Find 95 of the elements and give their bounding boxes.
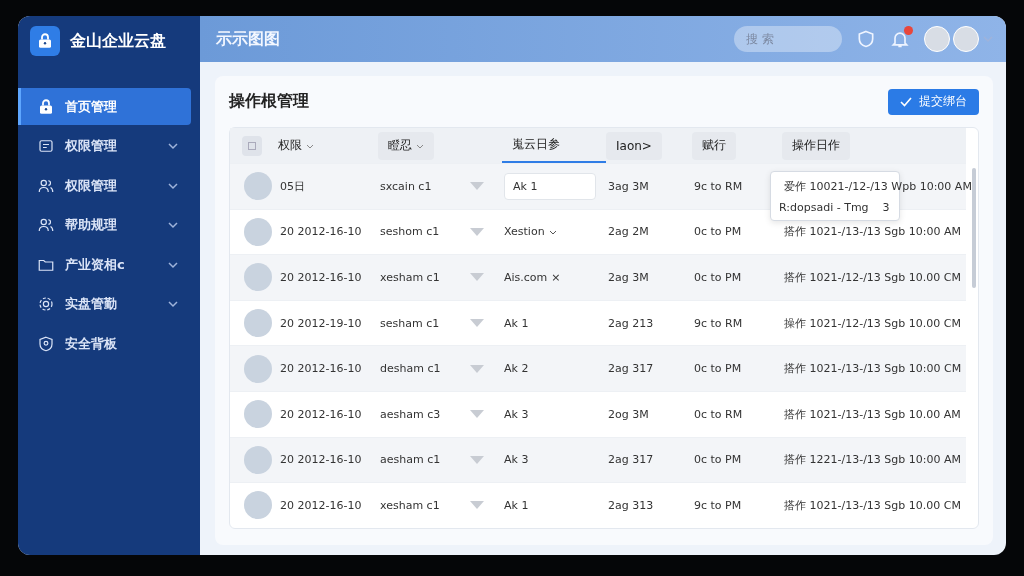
caret-icon[interactable]	[470, 182, 484, 191]
table-cell-text: desham c1	[380, 362, 442, 376]
table-cell-text: 0c to PM	[694, 453, 743, 467]
select-dropdown[interactable]: Xestion	[504, 225, 557, 239]
sidebar-item[interactable]: 首页管理	[18, 88, 191, 125]
table-cell: 搭作 1021-/13-/13 Sgb 10:00 CM	[784, 362, 962, 376]
table-cell-text: 2ag 213	[608, 316, 655, 330]
table-cell-text: 9c to RM	[694, 179, 744, 193]
table-cell: 搭作 1221-/13-/13 Sgb 10:00 AM	[784, 453, 961, 467]
avatar[interactable]	[924, 26, 950, 52]
table-cell: 20 2012-16-10	[280, 407, 362, 421]
table-cell-text: Ak 3	[504, 453, 530, 467]
table-cell: 搭作 1021-/13-/13 Sgb 10.00 AM	[784, 407, 961, 421]
table-cell-text: 0c to PM	[694, 271, 743, 284]
table-cell-text: 2og 3M	[608, 407, 650, 421]
caret-icon[interactable]	[470, 364, 484, 373]
sidebar-item[interactable]: 安全背板	[18, 325, 191, 362]
tag-text: Ais.com	[504, 271, 548, 284]
shield-icon[interactable]	[856, 29, 876, 49]
table-cell-text: seshom c1	[380, 225, 441, 239]
lock-logo-icon	[30, 26, 60, 56]
table-cell: 20 2012-16-10	[280, 498, 362, 512]
avatar	[244, 172, 272, 201]
confirm-button[interactable]: 提交绑台	[888, 88, 979, 115]
document-icon	[37, 137, 55, 155]
check-icon	[900, 95, 912, 108]
table-cell: 20 2012-16-10	[280, 453, 362, 467]
table-cell: 搭作 1021-/13-/13 Sgb 10.00 CM	[784, 498, 961, 512]
table-cell: 20 2012-16-10	[280, 225, 362, 239]
sidebar-item[interactable]: 帮助规理	[18, 206, 191, 244]
tooltip-text: R:dopsadi - Tmg	[779, 200, 869, 214]
column-header[interactable]: Iaon>	[606, 131, 662, 160]
column-header[interactable]: 赋行	[692, 131, 736, 160]
avatar	[244, 400, 272, 429]
lock-icon	[37, 97, 55, 116]
tooltip-text: 3	[882, 200, 890, 214]
table-cell-text: 2ag 317	[608, 453, 655, 467]
table-cell: 05日	[280, 178, 305, 194]
sidebar-item[interactable]: 权限管理	[18, 127, 191, 165]
avatar	[244, 309, 272, 338]
table-cell-text: 2ag 317	[608, 362, 655, 376]
table-cell: 搭作 1021-/12-/13 Sgb 10.00 CM	[784, 271, 961, 284]
table-cell-text: 0c to RM	[694, 407, 744, 421]
avatar	[244, 491, 272, 520]
card-title: 操作根管理	[229, 91, 309, 112]
table-cell-text: 0c to PM	[694, 362, 743, 376]
avatar	[244, 263, 272, 292]
table-cell: 20 2012-19-10	[280, 316, 362, 330]
caret-icon[interactable]	[470, 227, 484, 236]
table-cell-text: Ak 3	[504, 407, 530, 421]
column-header[interactable]: 瞪忍	[378, 131, 434, 160]
table-cell-text: 0c to PM	[694, 225, 743, 239]
table-cell-text: Ak 2	[504, 362, 530, 376]
caret-icon[interactable]	[470, 273, 484, 282]
avatar	[244, 445, 272, 474]
gear-icon	[37, 295, 55, 313]
sidebar-item[interactable]: 实盘管勤	[18, 285, 191, 323]
remove-button[interactable]: ×	[551, 271, 561, 284]
table-cell-text: 3ag 3M	[608, 179, 650, 193]
table-cell-text: aesham c1	[380, 453, 442, 467]
table-cell-text: aesham c3	[380, 407, 442, 421]
caret-icon[interactable]	[470, 455, 484, 464]
table-cell: 操作 1021-/12-/13 Sgb 10.00 CM	[784, 316, 961, 330]
text-field[interactable]: Ak 1	[504, 172, 596, 200]
column-header[interactable]: 操作日作	[782, 131, 850, 160]
bell-icon[interactable]	[890, 29, 910, 49]
caret-icon[interactable]	[470, 410, 484, 419]
avatar[interactable]	[953, 26, 979, 52]
table-cell-text: sesham c1	[380, 316, 441, 330]
table-cell-text: 2ag 2M	[608, 225, 650, 239]
checkbox[interactable]	[242, 135, 262, 156]
table-cell-text: 9c to RM	[694, 316, 744, 330]
table-cell-text: Ak 1	[504, 316, 530, 330]
users-icon	[37, 216, 55, 234]
caret-icon[interactable]	[470, 501, 484, 510]
table-cell-text: 9c to PM	[694, 498, 743, 512]
table-cell-text: 2ag 313	[608, 498, 655, 512]
sidebar-item[interactable]: 产业资相c	[18, 246, 191, 283]
avatar	[244, 217, 272, 246]
table-cell-text: xesham c1	[380, 271, 441, 284]
table-cell-text: xesham c1	[380, 498, 441, 512]
avatar	[244, 354, 272, 383]
table-cell: 搭作 1021-/13-/13 Sgb 10:00 AM	[784, 225, 961, 239]
page-title: 示示图图	[216, 28, 281, 50]
table-cell-text: Ak 1	[504, 498, 530, 512]
table-cell: 20 2012-16-10	[280, 271, 362, 284]
table-cell: 爱作 10021-/12-/13 Wpb 10:00 AM	[784, 179, 972, 193]
shield-icon	[37, 334, 55, 353]
table-cell-text: sxcain c1	[380, 179, 433, 193]
sidebar-item[interactable]: 权限管理	[18, 167, 191, 204]
column-header[interactable]: 权限	[278, 131, 314, 160]
brand-name: 金山企业云盘	[70, 30, 166, 52]
caret-icon[interactable]	[470, 319, 484, 328]
table-cell-text: 2ag 3M	[608, 271, 650, 284]
table-cell: 20 2012-16-10	[280, 362, 362, 376]
